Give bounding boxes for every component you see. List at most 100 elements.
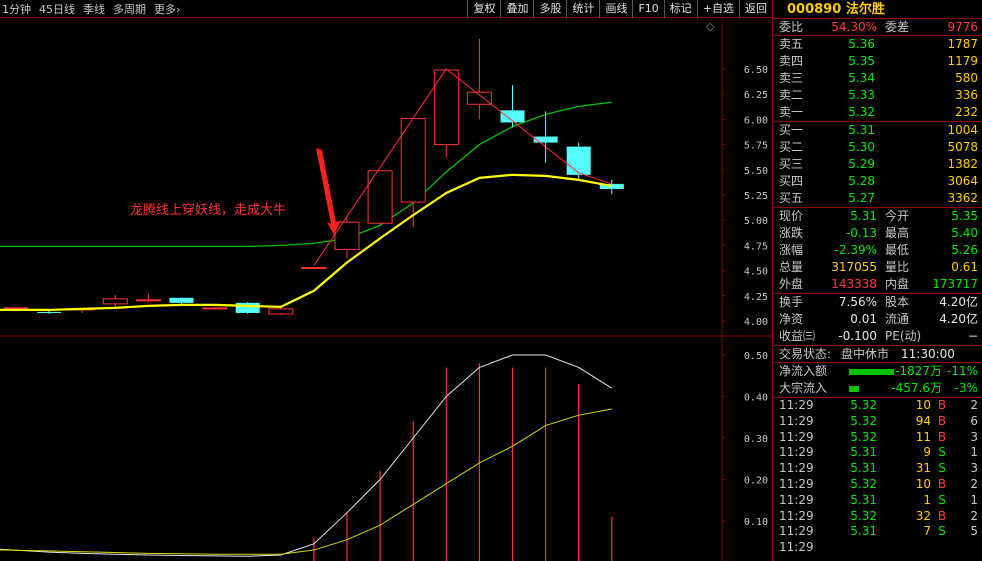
stats-button[interactable]: 统计 <box>566 0 599 18</box>
level-price: 5.29 <box>848 157 875 171</box>
tick-row: 11:29 5.31 9 S 1 <box>773 445 982 461</box>
tick-side <box>931 540 953 556</box>
flow-row: 净流入额 -1827万 -11% <box>773 363 982 380</box>
quote-value: 5.26 <box>951 243 978 257</box>
bid-row[interactable]: 买一 5.31 1004 <box>773 122 982 139</box>
tick-time: 11:29 <box>779 413 814 428</box>
tab-more[interactable]: 更多› <box>154 1 180 17</box>
tick-time: 11:29 <box>779 524 814 539</box>
quote-label: 现价 <box>779 209 804 223</box>
fund-label: 收益㈢ <box>779 329 816 343</box>
bid-row[interactable]: 买二 5.30 5078 <box>773 139 982 156</box>
tick-count: 2 <box>970 476 978 491</box>
candle-body-down <box>533 136 558 143</box>
candle-body-up <box>135 299 161 302</box>
trade-time: 11:30:00 <box>901 347 955 361</box>
tab-multi-period[interactable]: 多周期 <box>113 1 146 17</box>
trade-status-label: 交易状态: <box>779 347 832 361</box>
trade-status: 盘中休市 <box>841 347 890 361</box>
indicator-tick-label: 0.10 <box>744 517 768 528</box>
level-volume: 580 <box>955 71 978 85</box>
flow-amount: -457.6万 <box>891 381 942 395</box>
period-tabs: 1分钟 45日线 季线 多周期 更多› <box>2 1 180 17</box>
fund-value: 4.20亿 <box>939 312 978 326</box>
tick-time: 11:29 <box>779 429 814 444</box>
flow-pct: -3% <box>954 381 978 395</box>
tick-side: B <box>937 508 947 523</box>
quote-label: 涨跌 <box>779 226 804 240</box>
quote-stats: 现价 5.31 今开 5.35 涨跌 -0.13 最高 5.40 涨幅 -2.39% 最低 5.26 总… <box>773 208 982 294</box>
stock-title: 000890 法尔胜 <box>773 0 982 19</box>
bid-row[interactable]: 买四 5.28 3064 <box>773 173 982 190</box>
tick-volume: 10 <box>915 476 931 491</box>
level-name: 买二 <box>779 140 804 154</box>
chart-toolbar: 1分钟 45日线 季线 多周期 更多› 复权 叠加 多股 统计 画线 F10 标… <box>0 0 772 18</box>
tick-count: 2 <box>970 508 978 523</box>
flow-pct: -11% <box>946 364 978 378</box>
fund-value: − <box>967 329 978 343</box>
ask-levels: 卖五 5.36 1787 卖四 5.35 1179 卖三 5.34 580 卖二 5.33 336 卖一… <box>773 36 982 122</box>
level-volume: 1179 <box>947 54 978 68</box>
level-name: 买五 <box>779 191 804 205</box>
tick-count <box>953 540 978 556</box>
fund-value: 7.56% <box>838 295 877 309</box>
quote-label: 最低 <box>885 243 910 257</box>
adjust-button[interactable]: 复权 <box>467 0 500 18</box>
mark-button[interactable]: 标记 <box>663 0 697 18</box>
ask-row[interactable]: 卖三 5.34 580 <box>773 70 982 87</box>
quote-label: 今开 <box>885 209 910 223</box>
tick-row: 11:29 5.32 32 B 2 <box>773 509 982 525</box>
overlay-button[interactable]: 叠加 <box>500 0 533 18</box>
tick-time: 11:29 <box>779 398 814 412</box>
quote-value: 5.40 <box>951 226 978 240</box>
ask-row[interactable]: 卖五 5.36 1787 <box>773 36 982 53</box>
candle-body-up <box>202 307 228 310</box>
tick-volume: 7 <box>923 524 931 539</box>
quote-label: 涨幅 <box>779 243 804 257</box>
tab-45day[interactable]: 45日线 <box>39 1 75 17</box>
tick-volume: 9 <box>923 445 931 460</box>
tab-quarter[interactable]: 季线 <box>83 1 105 17</box>
bid-row[interactable]: 买五 5.27 3362 <box>773 190 982 207</box>
tab-1min[interactable]: 1分钟 <box>2 1 31 17</box>
price-tick-label: 5.75 <box>744 141 768 152</box>
kline-chart[interactable]: ◇ 6.50 6.25 6.00 5.75 5.50 5.25 5.00 4.75 4.50 4.2… <box>0 18 772 561</box>
quote-row: 涨跌 -0.13 最高 5.40 <box>773 225 982 242</box>
ask-row[interactable]: 卖四 5.35 1179 <box>773 53 982 70</box>
multi-stock-button[interactable]: 多股 <box>533 0 566 18</box>
back-button[interactable]: 返回 <box>739 0 772 18</box>
ask-row[interactable]: 卖一 5.32 232 <box>773 104 982 121</box>
quote-value: 317055 <box>831 260 877 274</box>
ask-row[interactable]: 卖二 5.33 336 <box>773 87 982 104</box>
level-volume: 3064 <box>947 174 978 188</box>
price-tick-label: 6.25 <box>744 90 768 101</box>
tick-volume <box>877 540 931 556</box>
tick-row: 11:29 5.32 10 B 2 <box>773 477 982 493</box>
indicator-tick-label: 0.20 <box>744 476 768 487</box>
quote-panel: 000890 法尔胜 委比 54.30% 委差 9776 卖五 5.36 1787 卖… <box>772 0 982 561</box>
tick-volume: 32 <box>915 508 931 523</box>
quote-value: -2.39% <box>834 243 877 257</box>
fund-row: 收益㈢ -0.100 PE(动) − <box>773 328 982 345</box>
quote-label: 总量 <box>779 260 804 274</box>
chart-area[interactable]: ◇ 6.50 6.25 6.00 5.75 5.50 5.25 5.00 4.75 4.50 4.2… <box>0 18 772 561</box>
tick-side: B <box>937 413 947 428</box>
level-name: 卖五 <box>779 37 804 51</box>
tick-volume: 1 <box>923 492 931 507</box>
tick-count: 3 <box>970 429 978 444</box>
add-watchlist-button[interactable]: +自选 <box>696 0 739 18</box>
level-name: 卖三 <box>779 71 804 85</box>
tick-time: 11:29 <box>779 445 814 460</box>
tick-time: 11:29 <box>779 508 814 523</box>
candle-body-up <box>301 267 327 270</box>
quote-value: 143338 <box>831 277 877 291</box>
level-name: 卖二 <box>779 88 804 102</box>
f10-button[interactable]: F10 <box>632 0 663 18</box>
tick-count: 3 <box>970 461 978 476</box>
price-tick-label: 5.00 <box>744 216 768 227</box>
level-name: 买四 <box>779 174 804 188</box>
candle-body-down <box>235 302 260 313</box>
tick-list[interactable]: 11:29 5.32 10 B 2 11:29 5.32 94 B 6 11:29 5.32 11 B 3 1… <box>773 398 982 556</box>
draw-line-button[interactable]: 画线 <box>599 0 632 18</box>
bid-row[interactable]: 买三 5.29 1382 <box>773 156 982 173</box>
